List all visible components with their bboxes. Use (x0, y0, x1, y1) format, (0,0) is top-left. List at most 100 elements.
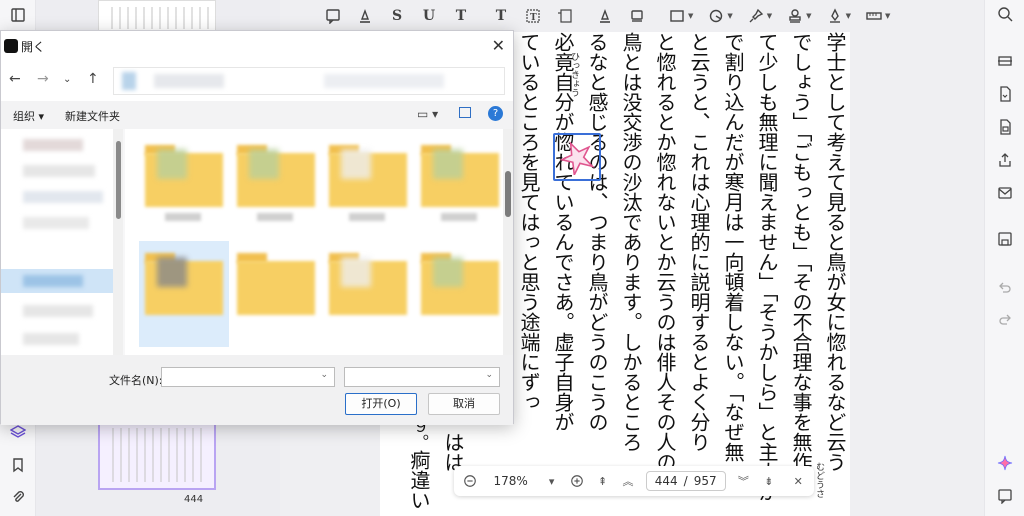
protect-icon[interactable] (997, 119, 1013, 135)
file-list-scrollbar[interactable] (503, 129, 513, 355)
fill-dropdown[interactable]: ▼ (707, 7, 733, 25)
ruler-icon (865, 7, 883, 25)
previous-page-icon[interactable]: ︽ (620, 473, 635, 489)
panel-toggle-icon[interactable] (8, 5, 28, 25)
page-navigation-bar: 178% ▾ ⇞ ︽ 444 / 957 ︾ ⇟ ✕ (454, 466, 814, 496)
zoom-dropdown-icon[interactable]: ▾ (544, 473, 559, 489)
address-bar: ← → ⌄ ↑ (1, 61, 513, 101)
nav-scrollbar[interactable] (113, 129, 123, 355)
zoom-level[interactable]: 178% (487, 474, 533, 488)
folder-item[interactable] (329, 145, 407, 207)
text-icon[interactable]: T (492, 7, 510, 25)
new-folder-button[interactable]: 新建文件夹 (65, 108, 120, 124)
chevron-down-icon: ▼ (806, 12, 812, 20)
recent-locations-icon[interactable]: ⌄ (63, 74, 71, 85)
pin-dropdown[interactable]: ▼ (747, 7, 772, 25)
view-options-icon[interactable]: ▭ ▾ (417, 107, 438, 121)
svg-text:T: T (530, 13, 537, 23)
address-path-field[interactable] (113, 67, 505, 95)
help-icon[interactable]: ? (488, 106, 503, 121)
scanner-icon[interactable] (997, 52, 1013, 68)
text-column: 痾違い (407, 450, 431, 510)
annotation-toolbar: S U T T T ▼ ▼ ▼ ▼ ▼ ▼ (280, 0, 984, 32)
first-page-icon[interactable]: ⇞ (595, 473, 610, 489)
attachment-icon[interactable] (8, 487, 28, 507)
ruby-text: ひっきょう (569, 52, 579, 97)
underline-icon[interactable]: U (420, 7, 438, 25)
star-stamp-annotation[interactable] (553, 133, 601, 181)
chevron-down-icon[interactable]: ⌄ (320, 370, 328, 380)
next-page-icon[interactable]: ︾ (736, 473, 751, 489)
folder-item[interactable] (421, 253, 499, 315)
signature-pen-icon (826, 7, 844, 25)
ruby-text: むどうさ (814, 462, 824, 498)
undo-icon[interactable] (997, 280, 1013, 296)
search-icon[interactable] (997, 6, 1013, 22)
app-logo-icon (4, 39, 18, 53)
folder-item[interactable] (237, 253, 315, 315)
dialog-title-bar: 開く ✕ (1, 31, 513, 61)
bookmark-icon[interactable] (8, 455, 28, 475)
text-column: 鳥とは没交渉の沙汰であります。しかるところ (619, 32, 643, 452)
measure-dropdown[interactable]: ▼ (865, 7, 890, 25)
open-button[interactable]: 打开(O) (345, 393, 417, 415)
folder-item[interactable] (145, 253, 223, 315)
total-pages: 957 (693, 474, 717, 488)
strikethrough-icon[interactable]: S (388, 7, 406, 25)
text-box-icon[interactable]: T (524, 7, 542, 25)
ai-assistant-icon[interactable] (997, 455, 1013, 471)
close-icon[interactable]: ✕ (791, 473, 806, 489)
up-arrow-icon[interactable]: ↑ (87, 71, 99, 87)
folder-item[interactable] (421, 145, 499, 207)
squiggly-icon[interactable]: T (452, 7, 470, 25)
cancel-button[interactable]: 取消 (428, 393, 500, 415)
back-arrow-icon[interactable]: ← (9, 71, 21, 87)
thumbnail-page-number: 444 (184, 494, 204, 505)
last-page-icon[interactable]: ⇟ (761, 473, 776, 489)
pin-icon (747, 7, 765, 25)
folder-item[interactable] (237, 145, 315, 207)
zoom-in-icon[interactable] (569, 473, 584, 489)
forward-arrow-icon[interactable]: → (37, 71, 49, 87)
page-separator: / (683, 474, 688, 488)
rectangle-icon (668, 7, 686, 25)
organize-label: 组织 (13, 110, 35, 123)
preview-pane-icon[interactable] (459, 107, 471, 118)
highlight-icon[interactable] (356, 7, 374, 25)
chevron-down-icon: ▼ (884, 12, 891, 20)
zoom-out-icon[interactable] (462, 473, 477, 489)
navigation-pane[interactable] (1, 129, 113, 355)
thumbnail-page-current[interactable] (98, 420, 216, 490)
mail-icon[interactable] (997, 185, 1013, 201)
close-icon[interactable]: ✕ (492, 36, 505, 55)
redo-icon[interactable] (997, 312, 1013, 328)
chevron-down-icon: ▼ (766, 12, 773, 20)
current-page: 444 (654, 474, 678, 488)
folder-item[interactable] (145, 145, 223, 207)
pencil-icon[interactable] (596, 7, 614, 25)
convert-icon[interactable] (997, 86, 1013, 102)
dialog-command-bar: 组织 ▾ 新建文件夹 ▭ ▾ ? (1, 101, 513, 129)
layers-icon[interactable] (8, 422, 28, 442)
callout-icon[interactable] (556, 7, 574, 25)
stamp-dropdown[interactable]: ▼ (786, 7, 812, 25)
eraser-icon[interactable] (628, 7, 646, 25)
shape-dropdown[interactable]: ▼ (668, 7, 693, 25)
file-type-select[interactable]: ⌄ (344, 367, 500, 387)
star-icon (559, 141, 595, 175)
chat-icon[interactable] (997, 488, 1013, 504)
filename-input[interactable]: ⌄ (161, 367, 335, 387)
signature-dropdown[interactable]: ▼ (826, 7, 851, 25)
text-column: でしょう」「ごもっとも」「その不合理な事を無作 (789, 32, 813, 472)
right-sidebar-rail (984, 0, 1024, 516)
file-list[interactable] (125, 129, 503, 355)
organize-button[interactable]: 组织 ▾ (13, 108, 44, 124)
chevron-down-icon: ▼ (688, 12, 694, 20)
text-column: と惚れるとか惚れないとか云うのは俳人その人の存 (653, 32, 677, 492)
share-icon[interactable] (997, 152, 1013, 168)
chevron-down-icon: ▼ (727, 12, 733, 20)
page-number-field[interactable]: 444 / 957 (645, 471, 726, 491)
save-icon[interactable] (997, 231, 1013, 247)
folder-item[interactable] (329, 253, 407, 315)
comment-icon[interactable] (324, 7, 342, 25)
